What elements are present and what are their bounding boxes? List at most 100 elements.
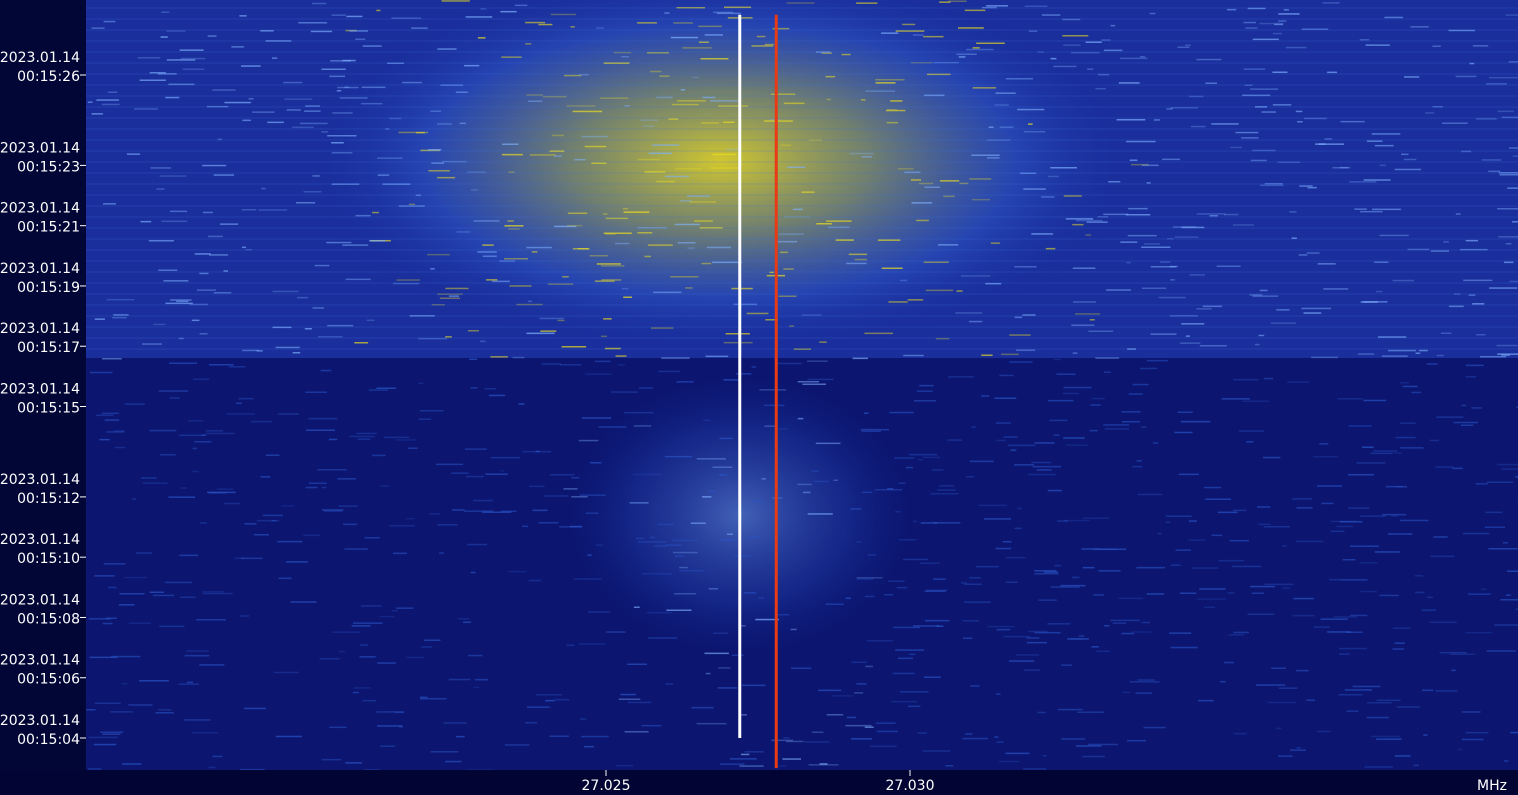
noise-streak — [526, 246, 552, 249]
noise-streak — [972, 47, 980, 49]
noise-streak — [103, 203, 116, 205]
noise-streak — [342, 59, 356, 62]
noise-streak — [441, 0, 470, 2]
noise-streak — [1112, 622, 1126, 624]
noise-streak — [1297, 121, 1303, 123]
noise-streak — [1317, 485, 1342, 487]
noise-streak — [477, 251, 497, 253]
noise-streak — [209, 364, 234, 366]
noise-streak — [656, 96, 673, 99]
noise-streak — [286, 561, 308, 563]
noise-streak — [759, 389, 787, 391]
noise-streak — [331, 152, 353, 154]
noise-streak — [551, 134, 564, 137]
noise-streak — [1394, 168, 1422, 171]
noise-streak — [142, 343, 162, 345]
noise-streak — [463, 510, 494, 512]
noise-streak — [1317, 263, 1336, 265]
noise-streak — [318, 336, 343, 338]
noise-streak — [1077, 711, 1104, 713]
noise-streak — [1170, 279, 1175, 281]
noise-streak — [1232, 565, 1262, 568]
noise-streak — [467, 543, 487, 546]
noise-streak — [1063, 386, 1092, 389]
noise-streak — [1432, 45, 1441, 47]
noise-streak — [633, 606, 640, 608]
noise-streak — [1171, 564, 1181, 566]
waterfall-svg: 2023.01.14 00:15:26 2023.01.14 00:15:23 2023… — [0, 0, 1518, 795]
noise-streak — [807, 360, 828, 362]
noise-streak — [620, 693, 636, 696]
noise-streak — [464, 64, 480, 67]
noise-streak — [539, 317, 564, 320]
noise-streak — [802, 383, 826, 385]
noise-streak — [419, 696, 428, 699]
noise-streak — [1344, 689, 1373, 691]
noise-streak — [1250, 88, 1279, 90]
noise-streak — [1158, 296, 1186, 299]
noise-streak — [916, 390, 933, 392]
noise-streak — [139, 79, 166, 81]
noise-streak — [637, 232, 653, 234]
noise-streak — [1076, 745, 1102, 747]
y-tick-time: 00:15:19 — [17, 280, 80, 296]
noise-streak — [758, 597, 765, 599]
noise-streak — [581, 417, 612, 419]
noise-streak — [679, 569, 704, 572]
noise-streak — [723, 379, 740, 381]
noise-streak — [149, 591, 165, 593]
noise-streak — [713, 632, 728, 634]
noise-streak — [1104, 428, 1129, 430]
noise-streak — [700, 122, 719, 124]
noise-streak — [1082, 566, 1095, 569]
noise-streak — [1185, 44, 1191, 46]
noise-streak — [947, 439, 962, 441]
noise-streak — [1489, 76, 1518, 79]
noise-streak — [903, 354, 924, 357]
noise-streak — [617, 364, 625, 366]
noise-streak — [1072, 223, 1084, 226]
noise-streak — [1001, 353, 1019, 356]
noise-streak — [605, 217, 629, 220]
noise-streak — [658, 370, 680, 373]
noise-streak — [1374, 261, 1389, 263]
noise-streak — [579, 494, 606, 496]
noise-streak — [337, 86, 359, 89]
noise-streak — [304, 328, 312, 330]
noise-streak — [1258, 523, 1271, 526]
noise-streak — [861, 430, 881, 432]
noise-streak — [559, 526, 583, 528]
noise-streak — [1081, 548, 1100, 550]
noise-streak — [708, 588, 719, 590]
noise-streak — [228, 366, 246, 368]
noise-streak — [439, 552, 445, 554]
noise-streak — [1226, 8, 1237, 11]
noise-streak — [1267, 701, 1297, 704]
noise-streak — [1005, 78, 1033, 80]
noise-streak — [729, 758, 757, 760]
noise-streak — [1272, 32, 1282, 35]
noise-streak — [1150, 266, 1176, 268]
noise-streak — [202, 164, 227, 167]
noise-streak — [428, 170, 450, 172]
noise-streak — [877, 239, 901, 241]
noise-streak — [1360, 210, 1383, 213]
noise-streak — [1218, 559, 1245, 562]
noise-streak — [1387, 533, 1413, 535]
noise-streak — [380, 485, 389, 487]
noise-streak — [1336, 525, 1353, 528]
noise-streak — [136, 552, 153, 554]
noise-streak — [1054, 564, 1062, 567]
noise-streak — [327, 135, 357, 137]
noise-streak — [354, 342, 369, 344]
noise-streak — [850, 508, 861, 510]
noise-streak — [971, 426, 976, 428]
noise-streak — [559, 364, 582, 366]
noise-streak — [895, 649, 925, 651]
noise-streak — [937, 489, 956, 491]
noise-streak — [305, 486, 318, 489]
noise-streak — [549, 735, 569, 737]
noise-streak — [1278, 13, 1300, 15]
noise-streak — [1410, 26, 1429, 28]
noise-streak — [295, 202, 316, 204]
